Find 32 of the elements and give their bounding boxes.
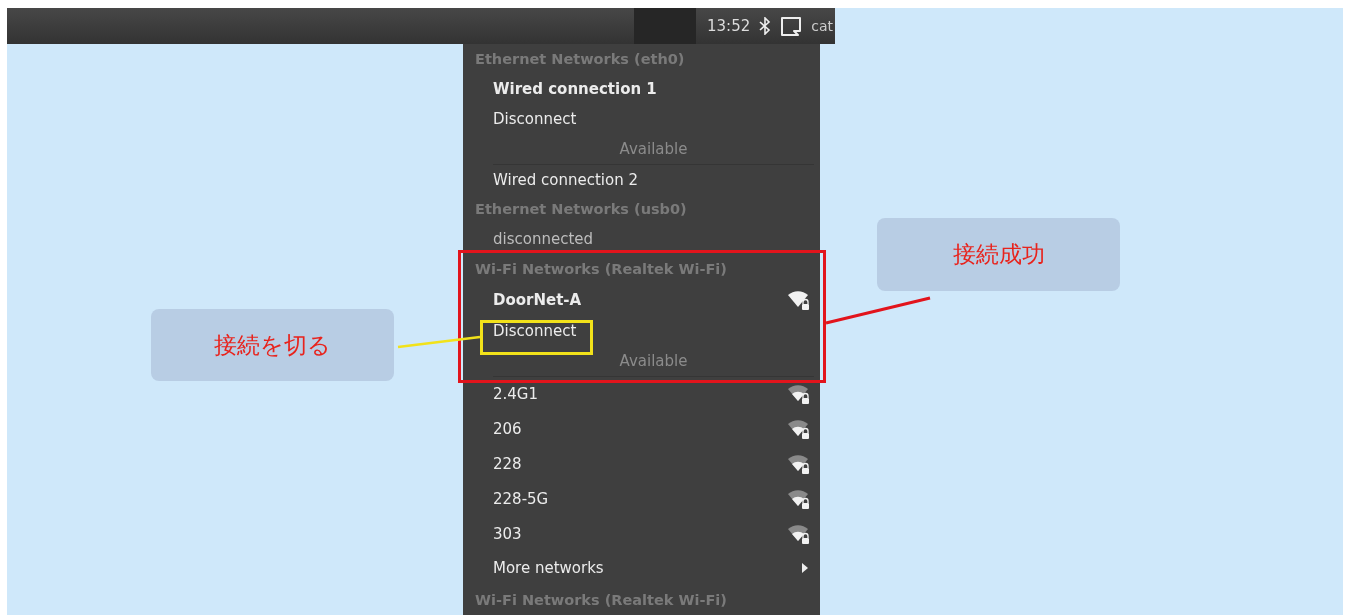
network-item[interactable]: 303 [463,516,820,552]
wifi-lock-icon [788,383,812,406]
clock[interactable]: 13:52 [707,17,751,35]
submenu-arrow-icon [802,563,808,574]
section-header: Wi-Fi Networks (Realtek Wi-Fi) [474,591,728,611]
network-item[interactable]: 228 [463,446,820,482]
section-header: Ethernet Networks (usb0) [474,200,688,220]
network-item[interactable]: Wired connection 1 [463,74,820,104]
wifi-lock-icon [788,288,812,311]
network-item[interactable]: Wired connection 2 [463,164,820,195]
callout-label: 接続成功 [877,218,1120,291]
wifi-lock-icon [788,523,812,546]
section-label: Available [619,139,688,158]
wifi-lock-icon [788,453,812,476]
network-item[interactable]: DoorNet-A [463,283,820,316]
bluetooth-icon[interactable] [759,17,772,35]
section-label: Available [619,351,688,370]
section-header: Ethernet Networks (eth0) [474,50,686,69]
panel-slot [634,8,696,44]
status-text: disconnected [492,229,595,251]
submenu-item[interactable]: More networks [463,551,820,586]
network-item[interactable]: 228-5G [463,481,820,517]
callout-label: 接続を切る [151,309,394,381]
disconnect-item[interactable]: Disconnect [463,315,820,346]
network-item[interactable]: 206 [463,411,820,447]
section-header: Wi-Fi Networks (Realtek Wi-Fi) [474,259,728,279]
network-item[interactable]: 2.4G1 [463,376,820,412]
user-name[interactable]: cat [811,18,833,34]
monitor-icon[interactable] [780,16,803,36]
wifi-lock-icon [788,418,812,441]
wifi-lock-icon [788,488,812,511]
disconnect-item[interactable]: Disconnect [463,103,820,135]
